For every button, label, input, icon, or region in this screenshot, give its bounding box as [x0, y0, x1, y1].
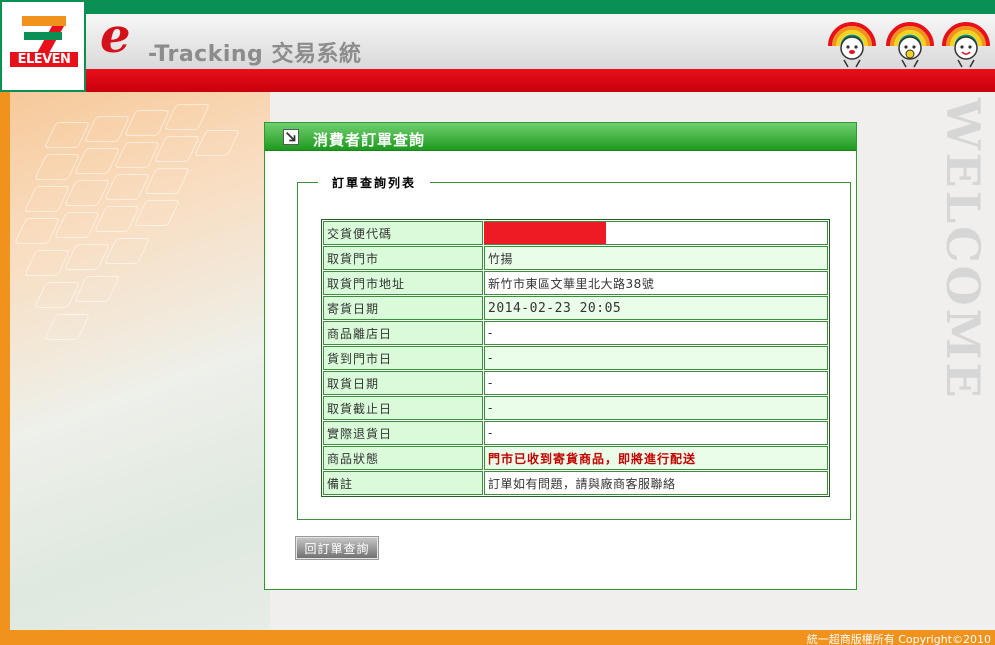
welcome-watermark: WELCOME: [936, 98, 990, 401]
logo-word: ELEVEN: [10, 52, 78, 67]
table-row: 商品狀態 門市已收到寄貨商品，即將進行配送: [323, 446, 828, 470]
keyboard-background-image: [10, 92, 270, 630]
row-value: -: [484, 396, 828, 420]
fieldset-legend: 訂單查詢列表: [318, 174, 431, 191]
header-green-stripe: [0, 0, 995, 14]
table-row: 備註 訂單如有問題，請與廠商客服聯絡: [323, 471, 828, 495]
row-label: 實際退貨日: [323, 421, 483, 445]
row-label: 取貨截止日: [323, 396, 483, 420]
table-row: 實際退貨日 -: [323, 421, 828, 445]
copyright-text: 統一超商版權所有 Copyright©2010: [806, 633, 991, 645]
header-red-bar: [86, 69, 995, 92]
row-value: -: [484, 321, 828, 345]
arrow-down-right-icon: [283, 129, 299, 145]
row-value: -: [484, 421, 828, 445]
status-value: 門市已收到寄貨商品，即將進行配送: [484, 446, 828, 470]
row-label: 交貨便代碼: [323, 221, 483, 245]
mascot-rainbow-icon: [942, 22, 990, 68]
row-label: 取貨門市地址: [323, 271, 483, 295]
row-value: 訂單如有問題，請與廠商客服聯絡: [484, 471, 828, 495]
brand-title: -Tracking 交易系統: [148, 42, 362, 67]
row-label: 貨到門市日: [323, 346, 483, 370]
page-title: 消費者訂單查詢: [313, 131, 426, 149]
row-value-redacted: [484, 221, 828, 245]
row-label: 取貨門市: [323, 246, 483, 270]
site-header: ELEVEN e -Tracking 交易系統: [0, 0, 995, 92]
left-orange-border: [0, 92, 10, 630]
row-value: -: [484, 346, 828, 370]
table-row: 交貨便代碼: [323, 221, 828, 245]
row-label: 寄貨日期: [323, 296, 483, 320]
row-value: 2014-02-23 20:05: [484, 296, 828, 320]
table-row: 取貨日期 -: [323, 371, 828, 395]
order-query-panel: 消費者訂單查詢 訂單查詢列表 交貨便代碼 取貨門市 竹揚 取貨門市地址 新竹市東…: [264, 122, 857, 590]
footer-bar: 統一超商版權所有 Copyright©2010: [0, 630, 995, 645]
row-label: 商品離店日: [323, 321, 483, 345]
mascot-rainbow-icon: [828, 22, 876, 68]
redaction-block: [484, 222, 606, 244]
row-label: 取貨日期: [323, 371, 483, 395]
brand-e-letter: e: [100, 8, 131, 64]
mascot-rainbow-icon: [886, 22, 934, 68]
table-row: 取貨門市地址 新竹市東區文華里北大路38號: [323, 271, 828, 295]
table-row: 寄貨日期 2014-02-23 20:05: [323, 296, 828, 320]
status-text: 門市已收到寄貨商品，即將進行配送: [488, 451, 697, 466]
row-label: 備註: [323, 471, 483, 495]
row-value: 新竹市東區文華里北大路38號: [484, 271, 828, 295]
row-value: 竹揚: [484, 246, 828, 270]
panel-title-bar: 消費者訂單查詢: [265, 123, 856, 151]
order-detail-table: 交貨便代碼 取貨門市 竹揚 取貨門市地址 新竹市東區文華里北大路38號 寄貨日期: [321, 219, 830, 497]
table-row: 取貨門市 竹揚: [323, 246, 828, 270]
table-row: 貨到門市日 -: [323, 346, 828, 370]
row-value: -: [484, 371, 828, 395]
row-label: 商品狀態: [323, 446, 483, 470]
seven-eleven-logo: ELEVEN: [0, 0, 86, 92]
table-row: 商品離店日 -: [323, 321, 828, 345]
table-row: 取貨截止日 -: [323, 396, 828, 420]
order-list-fieldset: 訂單查詢列表 交貨便代碼 取貨門市 竹揚 取貨門市地址 新竹市東區文華里北大路3…: [297, 174, 851, 520]
back-to-order-query-button[interactable]: 回訂單查詢: [295, 536, 379, 560]
